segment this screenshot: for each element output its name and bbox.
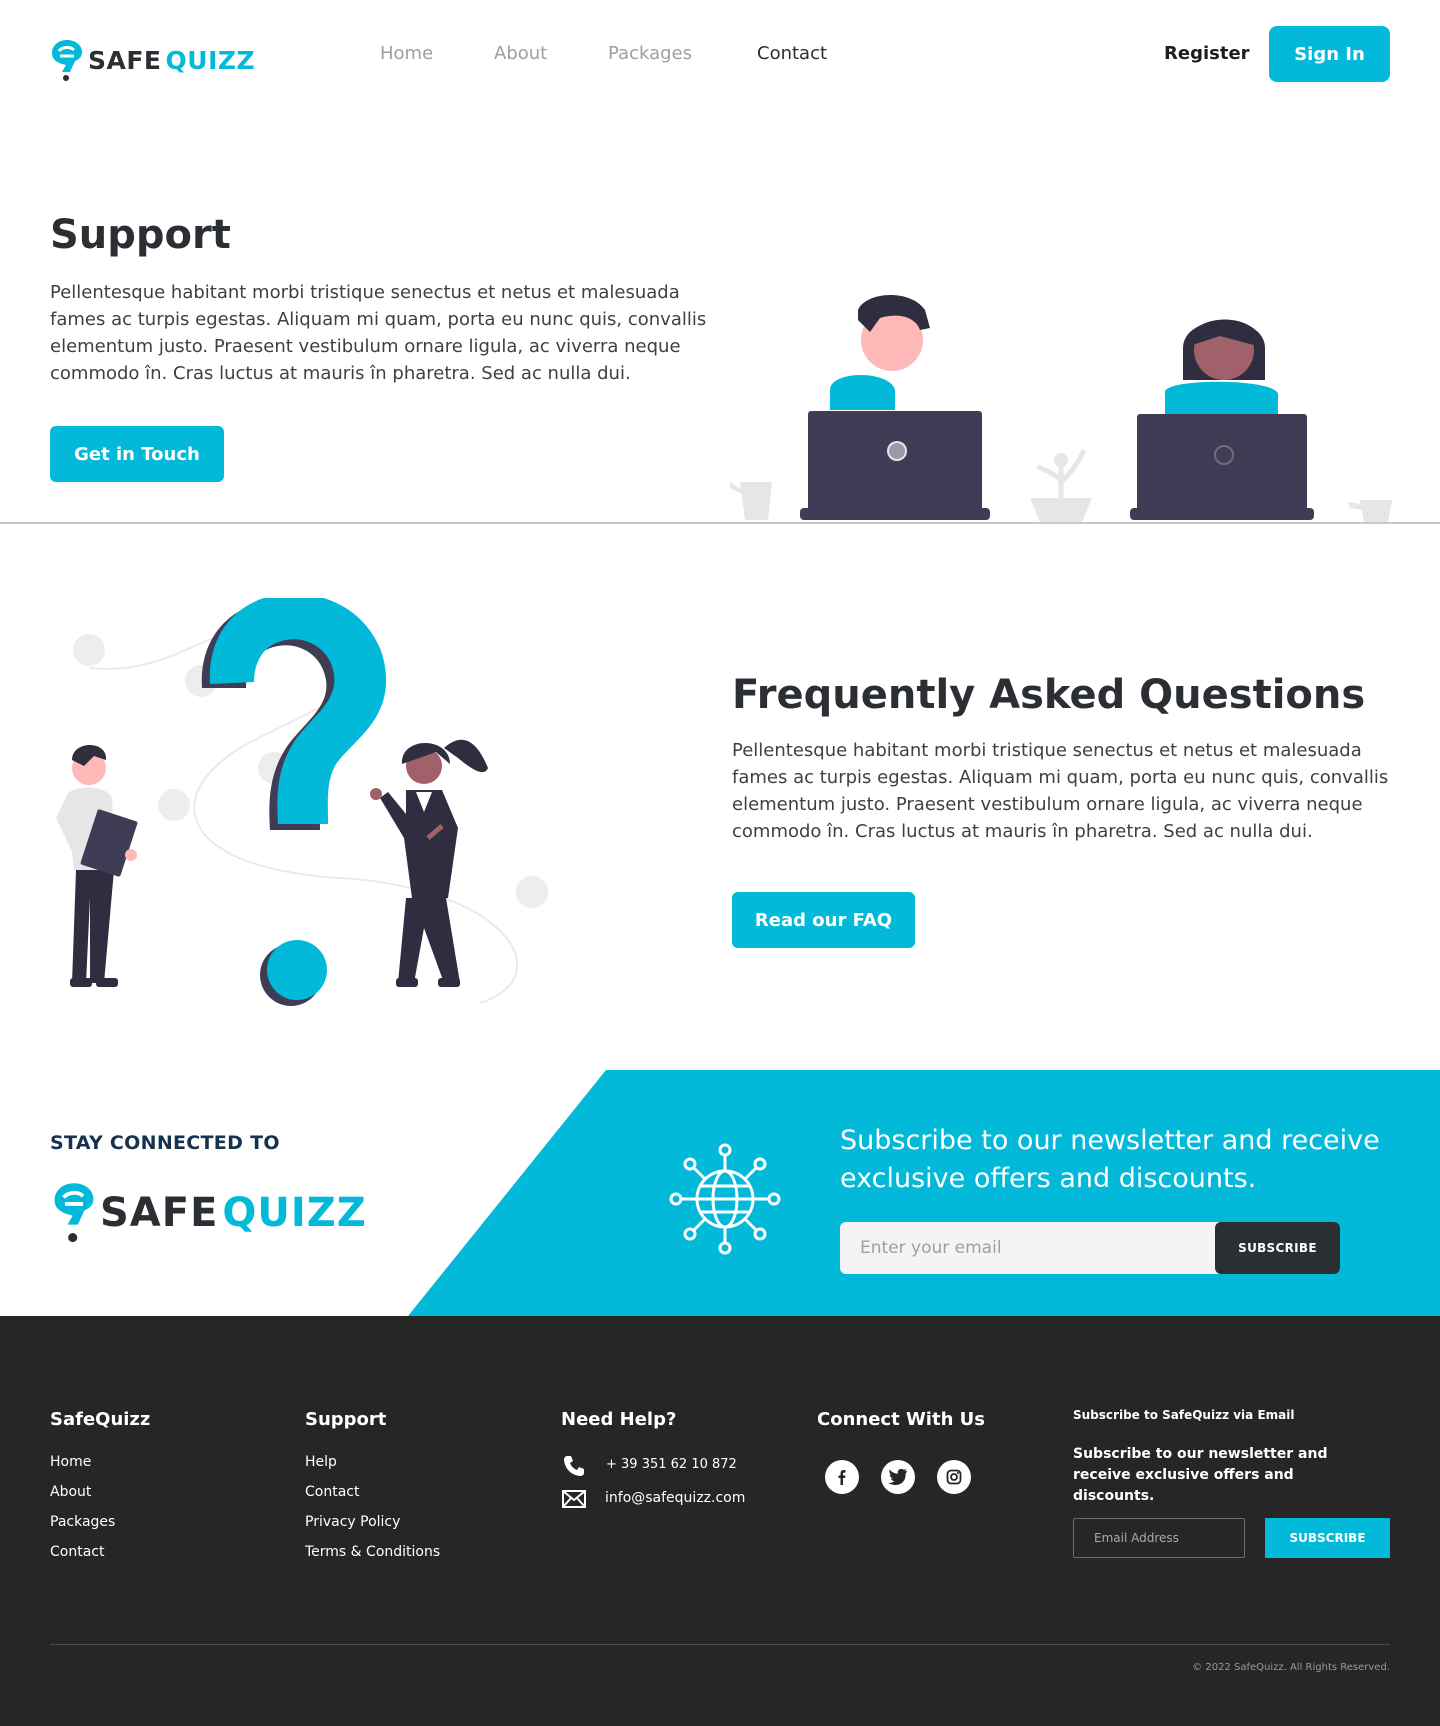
footer-link-about[interactable]: About: [50, 1484, 91, 1500]
logo-icon: [52, 40, 82, 81]
footer-link-contact-support[interactable]: Contact: [305, 1484, 359, 1500]
footer-email[interactable]: info@safequizz.com: [605, 1490, 745, 1506]
section-divider: [0, 522, 1440, 524]
globe-network-icon: [669, 1143, 781, 1255]
support-illustration: [730, 294, 1392, 522]
instagram-icon[interactable]: [937, 1460, 971, 1494]
facebook-icon[interactable]: [825, 1460, 859, 1494]
footer-col1-title: SafeQuizz: [50, 1409, 151, 1430]
footer-link-packages[interactable]: Packages: [50, 1514, 115, 1530]
copyright: © 2022 SafeQuizz. All Rights Reserved.: [1192, 1662, 1390, 1673]
support-title: Support: [50, 212, 231, 258]
social-links: [825, 1460, 971, 1494]
sign-in-button[interactable]: Sign In: [1269, 26, 1390, 82]
twitter-icon[interactable]: [881, 1460, 915, 1494]
support-text: Pellentesque habitant morbi tristique se…: [50, 282, 707, 384]
footer-link-privacy[interactable]: Privacy Policy: [305, 1514, 400, 1530]
nav-home[interactable]: Home: [380, 43, 433, 64]
banner-brand-part2: QUIZZ: [222, 1190, 367, 1236]
brand-name-part2: QUIZZ: [165, 45, 256, 75]
phone-icon: [564, 1456, 584, 1476]
nav-contact[interactable]: Contact: [757, 43, 827, 64]
footer-divider: [50, 1644, 1390, 1645]
faq-title: Frequently Asked Questions: [732, 672, 1366, 718]
nav-about[interactable]: About: [494, 43, 547, 64]
footer-phone[interactable]: + 39 351 62 10 872: [606, 1457, 737, 1472]
get-in-touch-button[interactable]: Get in Touch: [50, 426, 224, 482]
footer-col5-title: Subscribe to SafeQuizz via Email: [1073, 1408, 1295, 1422]
faq-illustration: [56, 598, 548, 1006]
footer-newsletter-text: Subscribe to our newsletter and receive …: [1073, 1446, 1328, 1504]
footer-link-contact[interactable]: Contact: [50, 1544, 104, 1560]
register-link[interactable]: Register: [1164, 43, 1250, 64]
banner-brand-part1: SAFE: [100, 1190, 219, 1236]
footer-link-home[interactable]: Home: [50, 1454, 91, 1470]
stay-connected-label: STAY CONNECTED TO: [50, 1132, 280, 1154]
brand-name-part1: SAFE: [88, 45, 162, 75]
footer-link-terms[interactable]: Terms & Conditions: [305, 1544, 440, 1560]
nav-packages[interactable]: Packages: [608, 43, 692, 64]
brand-logo[interactable]: SAFE QUIZZ: [50, 38, 255, 82]
footer-col4-title: Connect With Us: [817, 1409, 985, 1430]
newsletter-heading: Subscribe to our newsletter and receive …: [840, 1125, 1380, 1194]
logo-icon: [54, 1183, 94, 1243]
banner-logo: SAFE QUIZZ: [52, 1180, 367, 1246]
footer-email-input[interactable]: Email Address: [1073, 1518, 1245, 1558]
footer-col2-title: Support: [305, 1409, 387, 1430]
mail-icon: [562, 1490, 586, 1508]
read-faq-button[interactable]: Read our FAQ: [732, 892, 915, 948]
footer-col3-title: Need Help?: [561, 1409, 677, 1430]
footer-link-help[interactable]: Help: [305, 1454, 337, 1470]
newsletter-subscribe-button[interactable]: SUBSCRIBE: [1215, 1222, 1340, 1274]
faq-text: Pellentesque habitant morbi tristique se…: [732, 740, 1389, 842]
footer-subscribe-button[interactable]: SUBSCRIBE: [1265, 1518, 1390, 1558]
